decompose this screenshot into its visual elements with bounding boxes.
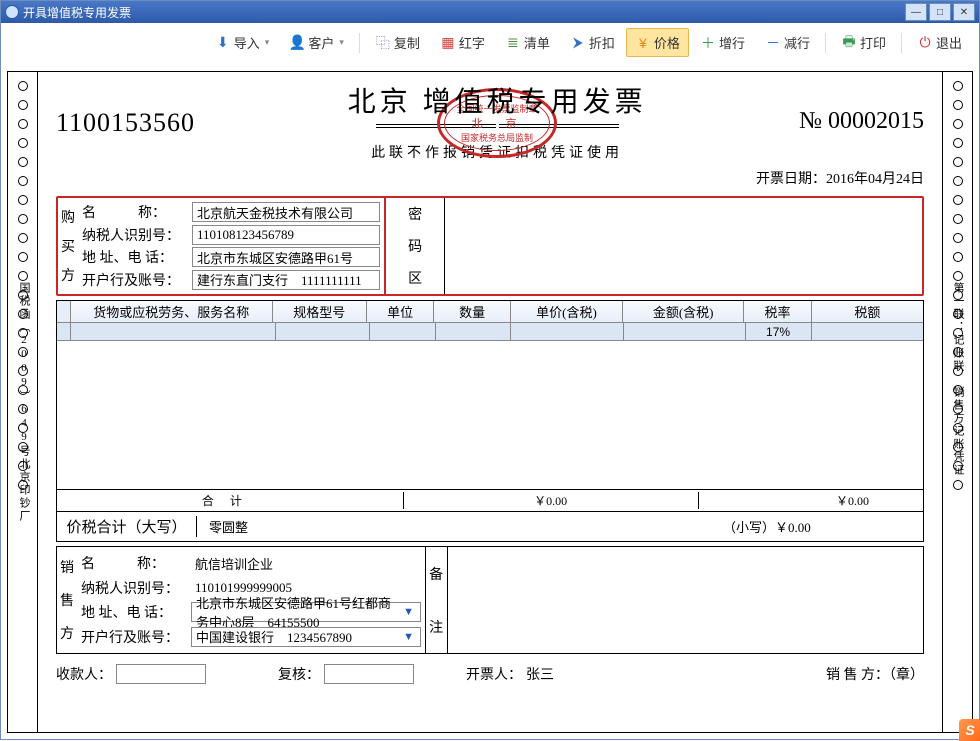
buyer-name-label: 名 称： <box>82 202 192 222</box>
items-body[interactable] <box>57 341 923 489</box>
red-icon: ▦ <box>440 35 456 51</box>
delrow-icon: － <box>765 35 781 51</box>
total-cn: 零圆整 <box>197 517 723 536</box>
items-table: 货物或应税劳务、服务名称 规格型号 单位 数量 单价(含税) 金额(含税) 税率… <box>56 300 924 512</box>
footer-row: 收款人： 复核： 开票人：张三 销 售 方：（章） <box>56 664 924 684</box>
buyer-label: 购买方 <box>58 198 78 294</box>
buyer-bank-label: 开户行及账号： <box>82 270 192 290</box>
side-note-left: 国税函〔2009〕649号北京印钞厂 <box>14 282 32 523</box>
invoice-number: № 00002015 <box>799 80 924 135</box>
col-rate: 税率 <box>744 301 812 322</box>
seller-label: 销售方 <box>57 547 77 653</box>
chevron-down-icon: ▼ <box>401 605 417 619</box>
seller-bank-label: 开户行及账号： <box>81 627 191 647</box>
addrow-icon: ＋ <box>700 35 716 51</box>
col-price: 单价(含税) <box>511 301 623 322</box>
row1-rate-cell[interactable]: 17% <box>746 323 812 340</box>
toolbar: ⬇导入▾ 👤客户▾ ⿻复制 ▦红字 ≣清单 ⮞折扣 ¥价格 ＋增行 －减行 🖶打… <box>1 23 979 63</box>
red-button[interactable]: ▦红字 <box>431 28 494 57</box>
price-button[interactable]: ¥价格 <box>626 28 689 57</box>
item-row-1[interactable]: 17% <box>57 323 923 341</box>
col-name: 货物或应税劳务、服务名称 <box>71 301 273 322</box>
seller-name: 航信培训企业 <box>191 553 421 573</box>
maximize-button[interactable]: □ <box>929 3 951 21</box>
exit-button[interactable]: ⏻退出 <box>908 28 971 57</box>
buyer-taxid-label: 纳税人识别号： <box>82 225 192 245</box>
customer-button[interactable]: 👤客户▾ <box>280 28 353 57</box>
col-qty: 数量 <box>434 301 510 322</box>
seller-stamp-label: 销 售 方：（章） <box>826 664 924 684</box>
print-button[interactable]: 🖶打印 <box>832 28 895 57</box>
password-area <box>444 198 922 294</box>
list-icon: ≣ <box>505 35 521 51</box>
copy-button[interactable]: ⿻复制 <box>366 28 429 57</box>
discount-button[interactable]: ⮞折扣 <box>561 28 624 57</box>
seller-name-label: 名 称： <box>81 553 191 573</box>
remark-area[interactable] <box>447 547 923 653</box>
seller-addr-combo[interactable]: 北京市东城区安德路甲61号红都商务中心8层 64155500▼ <box>191 602 421 622</box>
ime-indicator-icon[interactable]: S <box>959 719 980 741</box>
buyer-addr-label: 地 址、电 话： <box>82 247 192 267</box>
buyer-name-input[interactable]: 北京航天金税技术有限公司 <box>192 202 380 222</box>
sum-tax: ￥0.00 <box>782 492 923 509</box>
app-icon <box>5 5 19 19</box>
password-area-label: 密码区 <box>384 198 444 294</box>
drawer-label: 开票人： <box>466 664 522 684</box>
delrow-button[interactable]: －减行 <box>756 28 819 57</box>
minimize-button[interactable]: — <box>905 3 927 21</box>
buyer-addr-input[interactable]: 北京市东城区安德路甲61号 <box>192 247 380 267</box>
chevron-down-icon: ▼ <box>401 630 417 644</box>
seller-taxid-label: 纳税人识别号： <box>81 578 191 598</box>
col-amount: 金额(含税) <box>623 301 744 322</box>
invoice-title: 北京 增值税专用发票 <box>348 80 647 120</box>
import-icon: ⬇ <box>215 35 231 51</box>
app-window: 开具增值税专用发票 — □ ✕ ⬇导入▾ 👤客户▾ ⿻复制 ▦红字 ≣清单 ⮞折… <box>0 0 980 740</box>
invoice-date: 开票日期：2016年04月24日 <box>56 168 924 188</box>
titlebar: 开具增值税专用发票 — □ ✕ <box>1 1 979 23</box>
list-button[interactable]: ≣清单 <box>496 28 559 57</box>
total-row: 价税合计（大写） 零圆整 （小写）￥0.00 <box>56 512 924 542</box>
sum-row: 合计 ￥0.00 ￥0.00 <box>57 489 923 511</box>
window-title: 开具增值税专用发票 <box>23 4 131 21</box>
row-selector-header <box>57 301 71 322</box>
copy-icon: ⿻ <box>375 35 391 51</box>
payee-input[interactable] <box>116 664 206 684</box>
reviewer-label: 复核： <box>278 664 320 684</box>
invoice-code: 1100153560 <box>56 80 195 138</box>
seller-addr-label: 地 址、电 话： <box>81 602 191 622</box>
customer-icon: 👤 <box>289 35 305 51</box>
dropdown-icon: ▾ <box>265 37 270 48</box>
print-icon: 🖶 <box>841 35 857 51</box>
col-tax: 税额 <box>812 301 923 322</box>
discount-icon: ⮞ <box>570 35 586 51</box>
drawer-name: 张三 <box>526 664 554 684</box>
seller-section: 销售方 名 称：航信培训企业 纳税人识别号：110101999999005 地 … <box>56 546 924 654</box>
total-small: （小写）￥0.00 <box>723 517 923 536</box>
col-spec: 规格型号 <box>273 301 367 322</box>
buyer-section: 购买方 名 称：北京航天金税技术有限公司 纳税人识别号：110108123456… <box>56 196 924 296</box>
addrow-button[interactable]: ＋增行 <box>691 28 754 57</box>
close-button[interactable]: ✕ <box>953 3 975 21</box>
side-note-right: 第一联：记账联 销售方记账凭证 <box>948 282 966 477</box>
remark-label: 备注 <box>425 547 447 653</box>
dropdown-icon: ▾ <box>339 37 344 48</box>
invoice-header: 1100153560 全国统一发票监制章 北 京 国家税务总局监制 北京 增值税… <box>56 80 924 162</box>
reviewer-input[interactable] <box>324 664 414 684</box>
invoice-subtitle: 此联不作报销凭证扣税凭证使用 <box>195 142 799 162</box>
import-button[interactable]: ⬇导入▾ <box>206 28 279 57</box>
buyer-bank-input[interactable]: 建行东直门支行 1111111111 <box>192 270 380 290</box>
seller-bank-combo[interactable]: 中国建设银行 1234567890▼ <box>191 627 421 647</box>
sum-amount: ￥0.00 <box>404 492 699 509</box>
invoice-sheet: 国税函〔2009〕649号北京印钞厂 第一联：记账联 销售方记账凭证 11001… <box>7 71 973 733</box>
exit-icon: ⏻ <box>917 35 933 51</box>
buyer-taxid-input[interactable]: 110108123456789 <box>192 225 380 245</box>
payee-label: 收款人： <box>56 664 112 684</box>
price-icon: ¥ <box>635 35 651 51</box>
col-unit: 单位 <box>367 301 435 322</box>
